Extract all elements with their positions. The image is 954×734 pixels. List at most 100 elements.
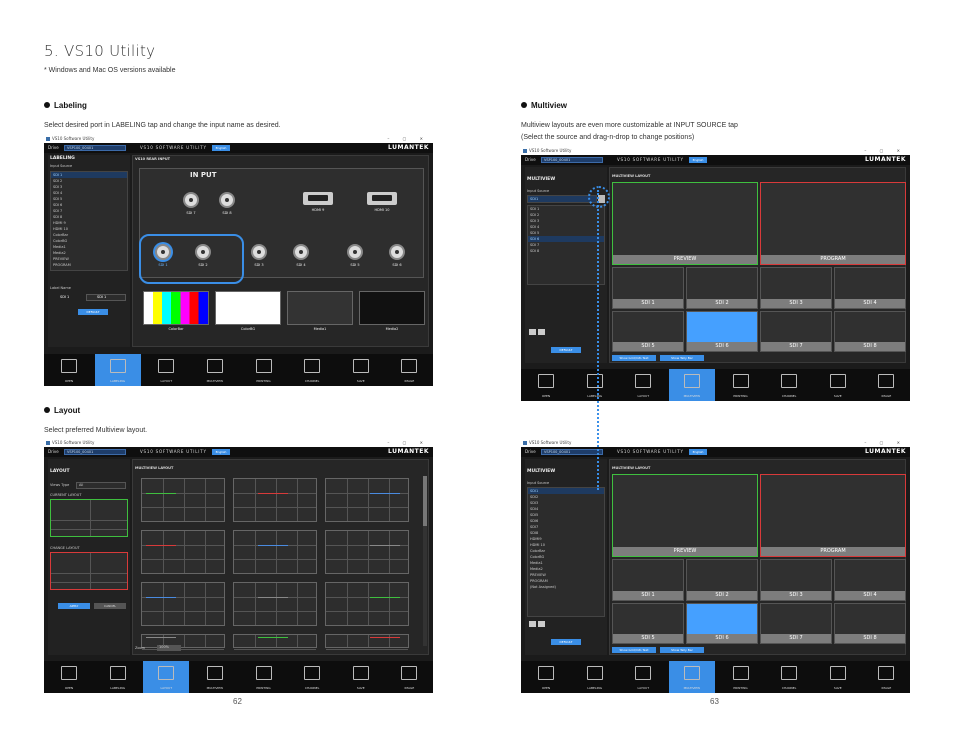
nav-image[interactable]: IMAGE — [863, 369, 909, 401]
layout-option[interactable] — [233, 478, 317, 522]
nav-printing[interactable]: PRINTING — [718, 661, 764, 693]
nav-printing[interactable]: PRINTING — [241, 661, 287, 693]
nav-labeling[interactable]: LABELING — [572, 661, 618, 693]
device-select[interactable]: VSP100_00401 — [541, 157, 603, 163]
sdi-tile[interactable]: SDI 6 — [686, 602, 758, 644]
sdi-tile[interactable]: SDI 5 — [612, 310, 684, 352]
window-controls[interactable]: – ▢ ✕ — [387, 135, 429, 143]
list-item[interactable]: SDI 8 — [528, 248, 604, 254]
connector-hdmi-10[interactable]: HDMI 10 — [367, 192, 397, 212]
connector-sdi-2[interactable]: SDI 2 — [195, 244, 211, 267]
sdi-tile[interactable]: SDI 2 — [686, 559, 758, 601]
sdi-tile[interactable]: SDI 7 — [760, 310, 832, 352]
sdi-tile[interactable]: SDI 3 — [760, 559, 832, 601]
views-type-select[interactable]: All — [76, 482, 126, 489]
sdi-tile[interactable]: SDI 6 — [686, 310, 758, 352]
preview-tile[interactable]: PREVIEW — [612, 182, 758, 265]
connector-sdi-4[interactable]: SDI 4 — [293, 244, 309, 267]
nav-layout[interactable]: LAYOUT — [143, 354, 189, 386]
window-controls[interactable]: – ▢ ✕ — [864, 439, 906, 447]
show-tally-button[interactable]: Show Tally Bar — [660, 355, 704, 361]
input-source-list[interactable]: SDI 1 SDI 2 SDI 3 SDI 4 SDI 5 SDI 6 SDI 7 SDI 8… — [50, 171, 128, 271]
connector-sdi-3[interactable]: SDI 3 — [251, 244, 267, 267]
nav-image[interactable]: IMAGE — [386, 661, 432, 693]
connector-hdmi-9[interactable]: HDMI 9 — [303, 192, 333, 212]
nav-save[interactable]: SAVE — [815, 369, 861, 401]
layout-option[interactable] — [233, 634, 317, 664]
show-grid-button[interactable]: Show Grid/Info Text — [612, 355, 656, 361]
connector-sdi-5[interactable]: SDI 5 — [347, 244, 363, 267]
layout-option[interactable] — [325, 582, 409, 626]
program-tile[interactable]: PROGRAM — [760, 182, 906, 265]
sdi-tile[interactable]: SDI 5 — [612, 602, 684, 644]
nav-multiview[interactable]: MULTIVIEW — [668, 661, 715, 693]
label-name-input[interactable]: SDI 1 — [86, 294, 126, 301]
nav-multiview[interactable]: MULTIVIEW — [192, 661, 238, 693]
language-button[interactable]: English — [212, 145, 230, 151]
nav-printing[interactable]: PRINTING — [241, 354, 287, 386]
nav-labeling[interactable]: LABELING — [94, 354, 141, 386]
show-grid-button[interactable]: Show Grid/Info Text — [612, 647, 656, 653]
nav-open[interactable]: OPEN — [46, 354, 92, 386]
input-source-select[interactable]: SDI1 — [527, 195, 597, 203]
sdi-tile[interactable]: SDI 8 — [834, 602, 906, 644]
nav-layout[interactable]: LAYOUT — [143, 661, 190, 693]
window-controls[interactable]: – ▢ ✕ — [864, 147, 906, 155]
layout-option[interactable] — [141, 478, 225, 522]
window-controls[interactable]: – ▢ ✕ — [387, 439, 429, 447]
move-up-icon[interactable] — [529, 621, 536, 627]
sdi-tile[interactable]: SDI 4 — [834, 267, 906, 309]
connector-sdi-7[interactable]: SDI 7 — [183, 192, 199, 215]
layout-option[interactable] — [141, 634, 225, 664]
sdi-tile[interactable]: SDI 8 — [834, 310, 906, 352]
layout-option[interactable] — [233, 582, 317, 626]
layout-option[interactable] — [233, 530, 317, 574]
sdi-tile[interactable]: SDI 1 — [612, 267, 684, 309]
nav-open[interactable]: OPEN — [523, 661, 569, 693]
connector-sdi-6[interactable]: SDI 6 — [389, 244, 405, 267]
layout-option[interactable] — [141, 582, 225, 626]
zoom-value[interactable]: 100% — [157, 645, 181, 651]
nav-multiview[interactable]: MULTIVIEW — [192, 354, 238, 386]
move-down-icon[interactable] — [538, 329, 545, 335]
nav-save[interactable]: SAVE — [338, 661, 384, 693]
list-item[interactable]: PROGRAM — [51, 262, 127, 268]
input-source-dropdown-list[interactable]: SDI1 SDI2 SDI3 SDI4 SDI5 SDI6 SDI7 SDI8 HDMI9 HDM… — [527, 487, 605, 617]
nav-channel[interactable]: CHANNEL — [766, 661, 812, 693]
device-select[interactable]: VSP100_00401 — [541, 449, 603, 455]
nav-save[interactable]: SAVE — [338, 354, 384, 386]
nav-printing[interactable]: PRINTING — [718, 369, 764, 401]
nav-labeling[interactable]: LABELING — [95, 661, 141, 693]
show-tally-button[interactable]: Show Tally Bar — [660, 647, 704, 653]
scrollbar-thumb[interactable] — [423, 476, 427, 526]
language-button[interactable]: English — [212, 449, 230, 455]
nav-image[interactable]: IMAGE — [863, 661, 909, 693]
source-media1[interactable]: Media1 — [287, 291, 353, 335]
nav-channel[interactable]: CHANNEL — [766, 369, 812, 401]
layout-option[interactable] — [141, 530, 225, 574]
source-colorbar[interactable]: ColorBar — [143, 291, 209, 335]
program-tile[interactable]: PROGRAM — [760, 474, 906, 557]
sdi-tile[interactable]: SDI 2 — [686, 267, 758, 309]
nav-image[interactable]: IMAGE — [386, 354, 432, 386]
device-select[interactable]: VSP100_00401 — [64, 145, 126, 151]
nav-save[interactable]: SAVE — [815, 661, 861, 693]
sdi-tile[interactable]: SDI 1 — [612, 559, 684, 601]
sdi-tile[interactable]: SDI 4 — [834, 559, 906, 601]
nav-open[interactable]: OPEN — [523, 369, 569, 401]
scrollbar[interactable] — [423, 476, 427, 646]
nav-channel[interactable]: CHANNEL — [289, 661, 335, 693]
layout-option[interactable] — [325, 634, 409, 664]
preview-tile[interactable]: PREVIEW — [612, 474, 758, 557]
language-button[interactable]: English — [689, 157, 707, 163]
input-source-list[interactable]: SDI 1 SDI 2 SDI 3 SDI 4 SDI 5 SDI 6 SDI 7 SDI 8 — [527, 205, 605, 285]
list-item[interactable]: (Not Assigned) — [528, 584, 604, 590]
connector-sdi-1[interactable]: SDI 1 — [155, 244, 171, 267]
nav-channel[interactable]: CHANNEL — [289, 354, 335, 386]
nav-layout[interactable]: LAYOUT — [620, 661, 666, 693]
sdi-tile[interactable]: SDI 3 — [760, 267, 832, 309]
move-up-icon[interactable] — [529, 329, 536, 335]
default-button[interactable]: DEFAULT — [551, 347, 581, 353]
source-media2[interactable]: Media2 — [359, 291, 425, 335]
connector-sdi-8[interactable]: SDI 8 — [219, 192, 235, 215]
